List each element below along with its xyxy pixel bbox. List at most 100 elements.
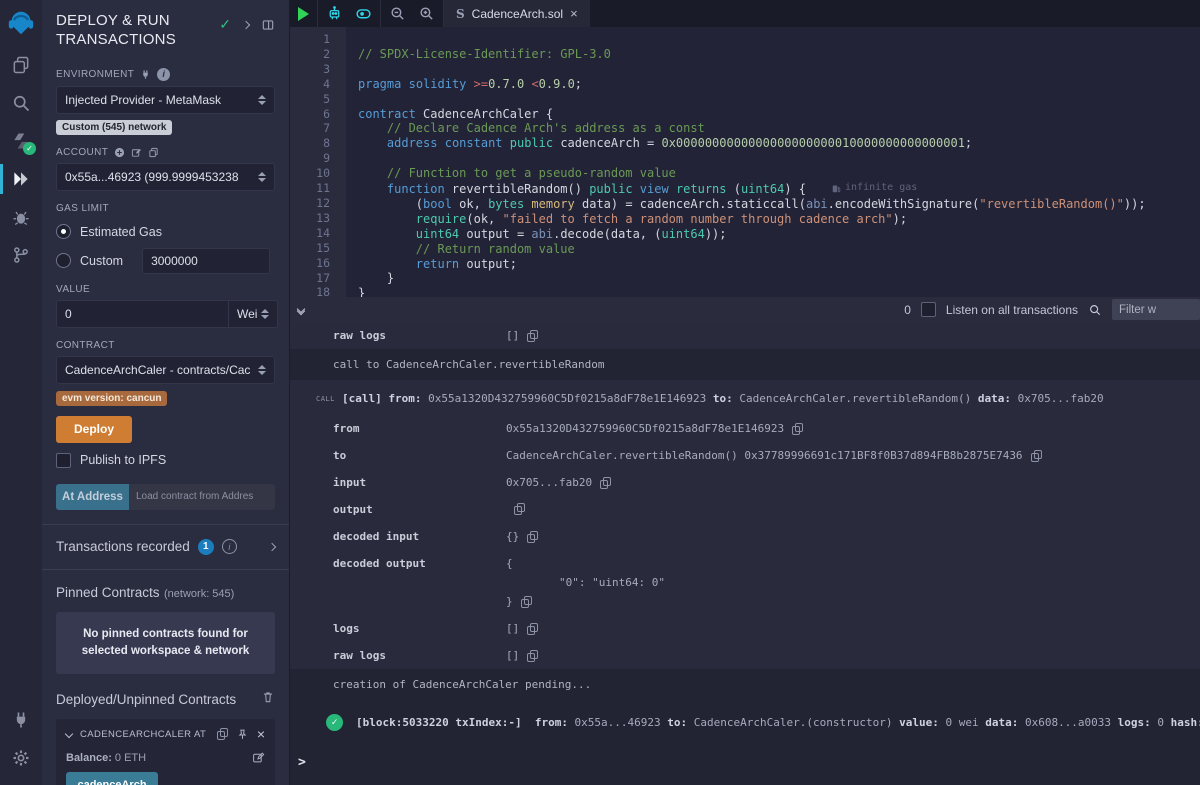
pin-icon[interactable] (236, 728, 249, 741)
environment-info-icon[interactable]: i (157, 68, 170, 81)
trash-icon[interactable] (261, 690, 275, 709)
debugger-icon[interactable] (0, 198, 42, 236)
contract-select[interactable]: CadenceArchCaler - contracts/Cac (56, 356, 275, 384)
custom-gas-label: Custom (80, 254, 123, 268)
terminal-kv-row: toCadenceArchCaler.revertibleRandom() 0x… (290, 442, 1200, 469)
transactions-info-icon[interactable]: i (222, 539, 237, 554)
line-number[interactable]: 2 (290, 47, 330, 62)
log-key: raw logs (333, 649, 506, 662)
collapse-icon[interactable] (65, 730, 73, 738)
line-number[interactable]: 12 (290, 196, 330, 211)
line-number[interactable]: 6 (290, 107, 330, 122)
log-key: decoded input (333, 530, 506, 543)
deploy-run-icon[interactable] (0, 160, 42, 198)
line-number[interactable]: 4 (290, 77, 330, 92)
copilot-toggle-icon[interactable] (355, 5, 372, 22)
copy-icon[interactable] (527, 623, 538, 635)
line-number[interactable]: 15 (290, 241, 330, 256)
infinite-gas-hint: infinite gas (832, 181, 917, 196)
line-number[interactable]: 11 (290, 181, 330, 196)
copy-icon[interactable] (514, 503, 525, 515)
terminal-search-icon[interactable] (1088, 303, 1102, 317)
zoom-in-icon[interactable] (418, 5, 435, 22)
panel-chevron-icon[interactable] (242, 20, 250, 28)
listen-all-label: Listen on all transactions (946, 303, 1078, 317)
copy-icon[interactable] (600, 477, 611, 489)
copy-account-icon[interactable] (148, 147, 159, 158)
transaction-success-row[interactable]: ✓[block:5033220 txIndex:-] from: 0x55a..… (290, 700, 1200, 745)
copy-icon[interactable] (217, 728, 228, 740)
solidity-compiler-icon[interactable]: ✓ (0, 122, 42, 160)
transactions-expand-icon[interactable] (268, 542, 276, 550)
log-key: input (333, 476, 506, 489)
code-line: pragma solidity >=0.7.0 <0.9.0; (358, 77, 1200, 92)
copy-icon[interactable] (527, 650, 538, 662)
custom-gas-radio[interactable] (56, 253, 71, 268)
code-line (358, 62, 1200, 77)
remix-ide: ✓ DEPLOY & RUN TRANSACTIONS ✓ (0, 0, 1200, 785)
publish-ipfs-checkbox[interactable] (56, 453, 71, 468)
deploy-button[interactable]: Deploy (56, 416, 132, 443)
plugin-manager-icon[interactable] (0, 701, 42, 739)
copy-icon[interactable] (792, 423, 803, 435)
line-number[interactable]: 9 (290, 151, 330, 166)
terminal-row: raw logs[] (290, 322, 1200, 349)
terminal: 0 Listen on all transactions raw logs[]c… (290, 297, 1200, 785)
terminal-prompt[interactable]: > (290, 745, 1200, 774)
log-value: CadenceArchCaler.revertibleRandom() 0x37… (506, 449, 1042, 462)
copy-icon[interactable] (521, 596, 532, 608)
transactions-recorded-row[interactable]: Transactions recorded 1 i (42, 525, 289, 569)
line-number[interactable]: 13 (290, 211, 330, 226)
remix-logo-icon[interactable] (0, 0, 42, 46)
account-select[interactable]: 0x55a...46923 (999.9999453238 (56, 163, 275, 191)
zoom-out-icon[interactable] (389, 5, 406, 22)
tab-close-icon[interactable]: × (570, 6, 578, 21)
git-icon[interactable] (0, 236, 42, 274)
line-number[interactable]: 8 (290, 136, 330, 151)
line-number[interactable]: 14 (290, 226, 330, 241)
collapse-terminal-icon[interactable] (298, 308, 304, 312)
line-number[interactable]: 17 (290, 271, 330, 286)
environment-select[interactable]: Injected Provider - MetaMask (56, 86, 275, 114)
code-line: // Declare Cadence Arch's address as a c… (358, 121, 1200, 136)
edit-icon[interactable] (252, 751, 265, 764)
close-icon[interactable]: × (257, 727, 265, 741)
tab-cadencearch-sol[interactable]: S CadenceArch.sol × (444, 0, 590, 27)
pin-panel-icon[interactable] (261, 18, 275, 32)
run-script-icon[interactable] (298, 7, 309, 21)
ai-assistant-icon[interactable] (326, 5, 343, 22)
line-number[interactable]: 3 (290, 62, 330, 77)
line-number[interactable]: 18 (290, 285, 330, 297)
at-address-button[interactable]: At Address (56, 484, 129, 510)
call-log-line[interactable]: call[call] from: 0x55a1320D432759960C5Df… (290, 380, 1200, 415)
line-number[interactable]: 16 (290, 256, 330, 271)
editor-code[interactable]: // SPDX-License-Identifier: GPL-3.0 prag… (346, 27, 1200, 297)
file-explorer-icon[interactable] (0, 46, 42, 84)
log-value: [] (506, 649, 538, 662)
value-unit-select[interactable]: Wei (228, 300, 278, 328)
custom-gas-input[interactable] (142, 248, 270, 274)
balance-label: Balance: (66, 752, 112, 764)
settings-gear-icon[interactable] (0, 739, 42, 777)
search-icon[interactable] (0, 84, 42, 122)
code-editor[interactable]: 123456789101112131415161718 // SPDX-Lice… (290, 27, 1200, 297)
line-number[interactable]: 1 (290, 32, 330, 47)
terminal-filter-input[interactable] (1112, 299, 1200, 320)
estimated-gas-radio[interactable] (56, 224, 71, 239)
line-number[interactable]: 5 (290, 92, 330, 107)
network-badge: Custom (545) network (56, 120, 172, 135)
cadencearch-function-button[interactable]: cadenceArch (66, 772, 158, 785)
add-account-icon[interactable] (114, 147, 125, 158)
copy-icon[interactable] (1031, 450, 1042, 462)
at-address-input[interactable] (129, 484, 275, 510)
line-number[interactable]: 7 (290, 121, 330, 136)
copy-icon[interactable] (527, 531, 538, 543)
line-number[interactable]: 10 (290, 166, 330, 181)
sign-message-icon[interactable] (131, 147, 142, 158)
panel-check-icon: ✓ (219, 16, 231, 33)
value-input[interactable] (56, 300, 228, 328)
copy-icon[interactable] (527, 330, 538, 342)
terminal-kv-row: decoded output{ "0": "uint64: 0"} (290, 550, 1200, 615)
listen-all-checkbox[interactable] (921, 302, 936, 317)
log-value: {} (506, 530, 538, 543)
